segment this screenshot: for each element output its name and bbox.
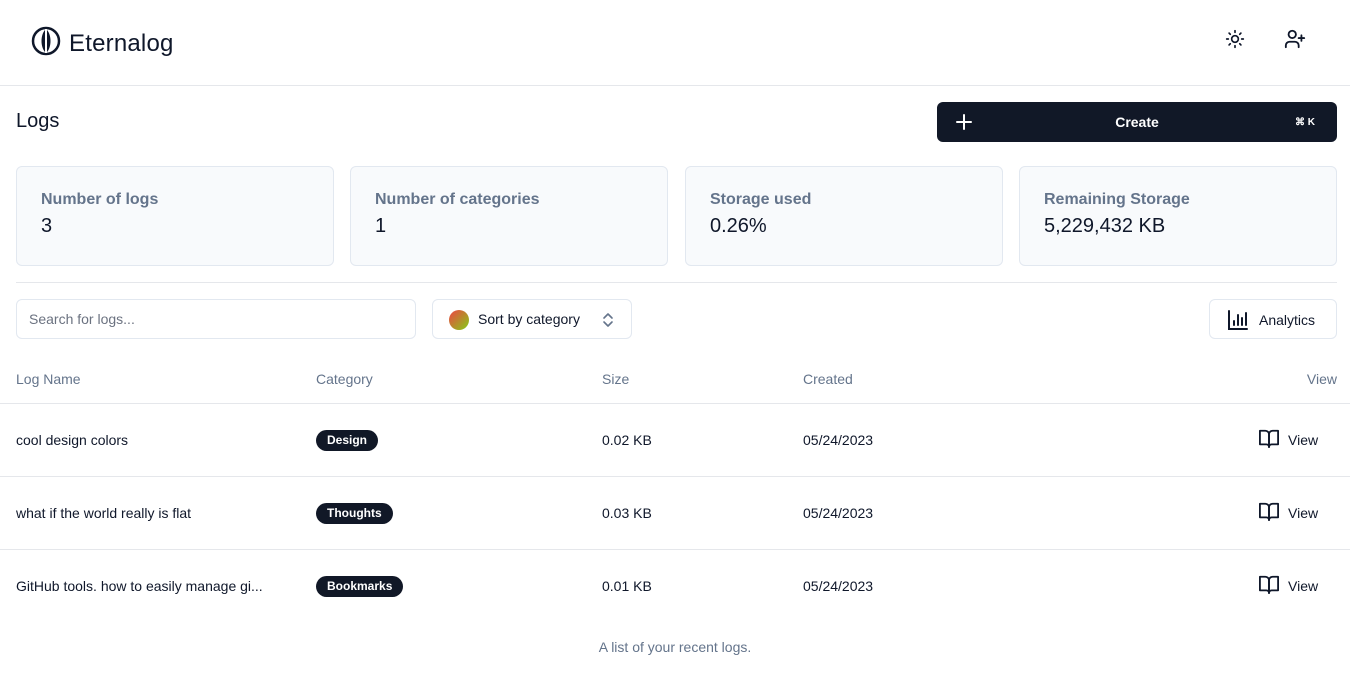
book-open-icon (1258, 574, 1280, 599)
category-badge: Bookmarks (316, 576, 404, 597)
sun-icon (1225, 29, 1245, 54)
category-badge: Thoughts (316, 503, 393, 524)
app-name: Eternalog (69, 29, 174, 57)
log-size: 0.01 KB (602, 578, 652, 594)
stat-value: 0.26% (710, 215, 767, 237)
stat-label: Number of logs (41, 191, 159, 208)
stat-card-categories: Number of categories 1 (350, 166, 668, 266)
column-header-view: View (1306, 371, 1337, 387)
create-button-label: Create (1115, 114, 1159, 130)
stat-value: 3 (41, 215, 53, 237)
log-created-date: 05/24/2023 (803, 578, 874, 594)
analytics-button[interactable]: Analytics (1209, 299, 1337, 339)
category-color-icon (449, 310, 469, 330)
brand[interactable]: Eternalog (31, 26, 174, 61)
sort-by-category-select[interactable]: Sort by category (432, 299, 632, 339)
log-size: 0.03 KB (602, 505, 652, 521)
log-name: cool design colors (16, 432, 129, 448)
search-input[interactable] (16, 299, 416, 339)
stat-label: Remaining Storage (1044, 191, 1190, 208)
create-button[interactable]: Create ⌘ K (937, 102, 1337, 142)
view-label: View (1288, 432, 1319, 448)
page-title: Logs (16, 110, 60, 132)
column-header-size: Size (602, 371, 630, 387)
bar-chart-icon (1228, 310, 1248, 335)
top-navigation-bar: Eternalog (0, 0, 1350, 86)
section-divider (16, 282, 1337, 283)
column-header-log-name: Log Name (16, 371, 81, 387)
add-user-button[interactable] (1281, 27, 1309, 55)
theme-toggle-button[interactable] (1221, 27, 1249, 55)
view-log-button[interactable]: View (1258, 501, 1318, 525)
log-name: what if the world really is flat (16, 505, 192, 521)
user-plus-icon (1284, 28, 1306, 55)
view-label: View (1288, 505, 1319, 521)
category-badge: Design (316, 430, 379, 451)
table-caption: A list of your recent logs. (598, 639, 752, 655)
analytics-label: Analytics (1259, 312, 1316, 328)
chevrons-up-down-icon (601, 312, 615, 333)
column-header-category: Category (316, 371, 373, 387)
view-label: View (1288, 578, 1319, 594)
logo-icon (31, 26, 61, 61)
stat-card-remaining-storage: Remaining Storage 5,229,432 KB (1019, 166, 1337, 266)
table-header: Log Name Category Size Created View (0, 360, 1350, 404)
sort-label: Sort by category (478, 311, 580, 327)
log-created-date: 05/24/2023 (803, 432, 874, 448)
log-name: GitHub tools. how to easily manage gi... (16, 578, 263, 594)
log-size: 0.02 KB (602, 432, 652, 448)
table-row: what if the world really is flat Thought… (0, 477, 1350, 550)
stat-card-storage-used: Storage used 0.26% (685, 166, 1003, 266)
keyboard-shortcut: ⌘ K (1295, 116, 1315, 128)
stat-label: Number of categories (375, 191, 540, 208)
stat-label: Storage used (710, 191, 812, 208)
log-created-date: 05/24/2023 (803, 505, 874, 521)
column-header-created: Created (803, 371, 853, 387)
table-row: cool design colors Design 0.02 KB 05/24/… (0, 404, 1350, 477)
stat-value: 5,229,432 KB (1044, 215, 1166, 237)
view-log-button[interactable]: View (1258, 428, 1318, 452)
stat-card-logs: Number of logs 3 (16, 166, 334, 266)
view-log-button[interactable]: View (1258, 574, 1318, 598)
table-row: GitHub tools. how to easily manage gi...… (0, 550, 1350, 623)
book-open-icon (1258, 501, 1280, 526)
stat-value: 1 (375, 215, 387, 237)
book-open-icon (1258, 428, 1280, 453)
